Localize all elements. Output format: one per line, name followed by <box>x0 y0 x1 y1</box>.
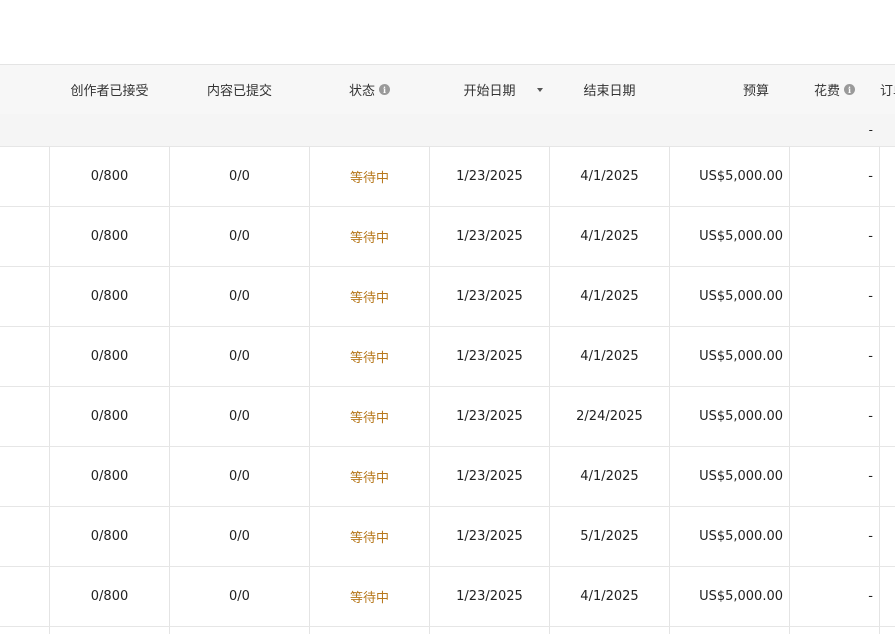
header-label: 订单 <box>880 84 895 99</box>
cell-spend: - <box>868 409 873 424</box>
cell-content-submitted: 0/0 <box>229 529 250 544</box>
header-end-date[interactable]: 结束日期 <box>550 65 669 114</box>
header-label: 结束日期 <box>583 84 636 99</box>
cell-spend: - <box>868 469 873 484</box>
header-spend[interactable]: 花费 i <box>790 65 879 114</box>
cell-creators-accepted: 0/800 <box>90 589 129 604</box>
header-status[interactable]: 状态 i <box>310 65 429 114</box>
table-row[interactable]: 0/800 0/0 等待中 1/23/2025 5/1/2025 US$5,000.00 - <box>0 507 895 567</box>
cell-budget: US$5,000.00 <box>699 469 783 484</box>
status-badge: 等待中 <box>349 351 389 366</box>
status-badge: 等待中 <box>349 231 389 246</box>
header-orders[interactable]: 订单 <box>880 65 895 114</box>
cell-spend: - <box>868 169 873 184</box>
header-budget[interactable]: 预算 <box>670 65 789 114</box>
cell-start-date: 1/23/2025 <box>456 589 523 604</box>
cell-content-submitted: 0/0 <box>229 289 250 304</box>
cell-start-date: 1/23/2025 <box>456 289 523 304</box>
cell-creators-accepted: 0/800 <box>90 529 129 544</box>
header-label: 状态 <box>348 84 375 99</box>
cell-spend: - <box>868 289 873 304</box>
cell-spend: - <box>868 529 873 544</box>
header-start-date[interactable]: 开始日期 <box>430 65 549 114</box>
campaign-table: 创作者已接受 内容已提交 状态 i 开始日期 结束日期 预算 花费 i 订单 - 0… <box>0 64 895 634</box>
table-row[interactable]: 0/800 0/0 等待中 1/23/2025 4/1/2025 US$5,000.00 - <box>0 447 895 507</box>
cell-creators-accepted: 0/800 <box>90 289 129 304</box>
table-row[interactable]: 0/800 0/0 等待中 1/23/2025 4/1/2025 US$5,000.00 - <box>0 567 895 627</box>
cell-start-date: 1/23/2025 <box>456 409 523 424</box>
header-label: 创作者已接受 <box>70 84 149 99</box>
cell-creators-accepted: 0/800 <box>90 349 129 364</box>
cell-content-submitted: 0/0 <box>229 409 250 424</box>
cell-budget: US$5,000.00 <box>699 289 783 304</box>
cell-creators-accepted: 0/800 <box>90 469 129 484</box>
table-row[interactable]: 0/800 0/0 等待中 1/23/2025 2/24/2025 US$5,000.00… <box>0 387 895 447</box>
cell-end-date: 4/1/2025 <box>580 589 639 604</box>
cell-creators-accepted: 0/800 <box>90 409 129 424</box>
info-icon[interactable]: i <box>844 84 855 95</box>
status-badge: 等待中 <box>349 531 389 546</box>
table-header: 创作者已接受 内容已提交 状态 i 开始日期 结束日期 预算 花费 i 订单 <box>0 64 895 115</box>
table-row[interactable]: 0/800 0/0 等待中 1/23/2025 4/1/2025 US$5,000.00 - <box>0 147 895 207</box>
cell-budget: US$5,000.00 <box>699 169 783 184</box>
status-badge: 等待中 <box>349 171 389 186</box>
cell-spend: - <box>868 229 873 244</box>
cell-creators-accepted: 0/800 <box>90 229 129 244</box>
cell-content-submitted: 0/0 <box>229 349 250 364</box>
cell-end-date: 4/1/2025 <box>580 229 639 244</box>
cell-budget: US$5,000.00 <box>699 589 783 604</box>
cell-budget: US$5,000.00 <box>699 349 783 364</box>
cell-end-date: 4/1/2025 <box>580 169 639 184</box>
summary-row: - <box>0 114 895 147</box>
cell-budget: US$5,000.00 <box>699 229 783 244</box>
status-badge: 等待中 <box>349 591 389 606</box>
cell-end-date: 5/1/2025 <box>580 529 639 544</box>
cell-end-date: 4/1/2025 <box>580 289 639 304</box>
cell-budget: US$5,000.00 <box>699 529 783 544</box>
cell-content-submitted: 0/0 <box>229 229 250 244</box>
cell-content-submitted: 0/0 <box>229 169 250 184</box>
status-badge: 等待中 <box>349 471 389 486</box>
cell-spend: - <box>868 589 873 604</box>
header-content-submitted[interactable]: 内容已提交 <box>170 65 309 114</box>
cell-start-date: 1/23/2025 <box>456 529 523 544</box>
summary-spend: - <box>868 123 873 137</box>
cell-start-date: 1/23/2025 <box>456 349 523 364</box>
cell-budget: US$5,000.00 <box>699 409 783 424</box>
table-row[interactable]: 0/800 0/0 等待中 1/23/2025 4/1/2025 US$5,000.00 - <box>0 207 895 267</box>
info-icon[interactable]: i <box>379 84 390 95</box>
table-row[interactable]: 0/800 0/0 等待中 1/23/2025 4/1/2025 US$5,000.00 - <box>0 267 895 327</box>
cell-creators-accepted: 0/800 <box>90 169 129 184</box>
cell-start-date: 1/23/2025 <box>456 469 523 484</box>
sort-descending-icon[interactable] <box>537 87 543 92</box>
status-badge: 等待中 <box>349 291 389 306</box>
cell-content-submitted: 0/0 <box>229 469 250 484</box>
cell-content-submitted: 0/0 <box>229 589 250 604</box>
header-label: 内容已提交 <box>206 84 272 99</box>
header-label: 开始日期 <box>463 84 516 99</box>
status-badge: 等待中 <box>349 411 389 426</box>
cell-end-date: 4/1/2025 <box>580 349 639 364</box>
cell-start-date: 1/23/2025 <box>456 229 523 244</box>
table-row[interactable]: 0/800 0/0 等待中 1/23/2025 4/1/2025 US$5,000.00 - <box>0 327 895 387</box>
cell-end-date: 2/24/2025 <box>576 409 643 424</box>
header-creators-accepted[interactable]: 创作者已接受 <box>50 65 169 114</box>
cell-spend: - <box>868 349 873 364</box>
header-label: 预算 <box>742 84 769 99</box>
header-label: 花费 <box>813 84 840 99</box>
cell-start-date: 1/23/2025 <box>456 169 523 184</box>
cell-end-date: 4/1/2025 <box>580 469 639 484</box>
